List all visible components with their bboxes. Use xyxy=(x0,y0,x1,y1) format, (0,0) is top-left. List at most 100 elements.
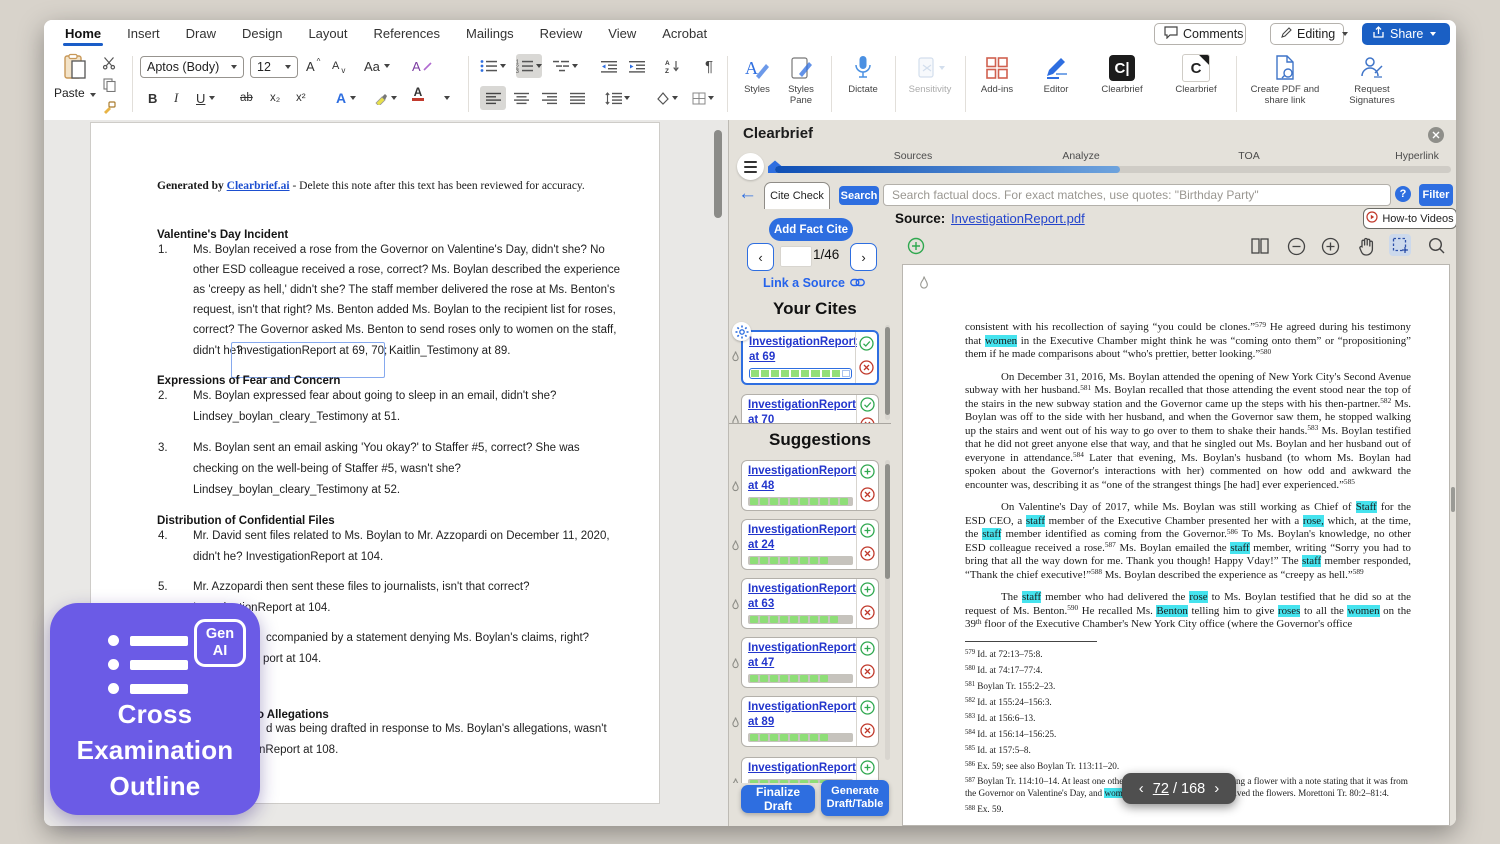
hand-icon[interactable] xyxy=(1355,235,1377,257)
editor-button[interactable]: Editor xyxy=(1032,53,1080,96)
reject-icon[interactable] xyxy=(860,546,875,566)
step-sources[interactable]: Sources xyxy=(894,150,933,162)
cite-link[interactable]: InvestigationReportat 24 xyxy=(748,523,853,553)
bullet-list-icon[interactable] xyxy=(480,54,506,78)
borders-icon[interactable] xyxy=(690,86,716,110)
reject-icon[interactable] xyxy=(860,487,875,507)
step-toa[interactable]: TOA xyxy=(1238,150,1259,162)
subscript-button[interactable]: x₂ xyxy=(270,86,280,110)
add-suggestion-icon[interactable] xyxy=(860,464,875,484)
grow-font-button[interactable]: A^ xyxy=(306,54,320,78)
pdf-scrollbar-thumb[interactable] xyxy=(1451,487,1455,512)
add-suggestion-icon[interactable] xyxy=(860,523,875,543)
cite-card[interactable]: InvestigationReportat 48 xyxy=(741,460,879,511)
share-button[interactable]: Share xyxy=(1362,23,1450,45)
format-painter-icon[interactable] xyxy=(102,100,116,117)
font-size-select[interactable]: 12 xyxy=(250,56,298,78)
add-suggestion-icon[interactable] xyxy=(860,760,875,780)
add-suggestion-icon[interactable] xyxy=(860,641,875,661)
menu-icon[interactable] xyxy=(737,153,764,180)
accept-check-icon[interactable] xyxy=(859,336,874,356)
numbered-list-icon[interactable]: 123 xyxy=(516,54,542,78)
editing-button[interactable]: Editing xyxy=(1270,23,1344,45)
paste-button[interactable]: Paste xyxy=(52,53,98,100)
sensitivity-button[interactable]: Sensitivity xyxy=(901,53,959,96)
ribbon-tab-view[interactable]: View xyxy=(595,20,649,48)
request-signatures-button[interactable]: Request Signatures xyxy=(1334,53,1410,107)
pdf-page[interactable]: consistent with his recollection of sayi… xyxy=(902,264,1450,826)
clearbrief-light-button[interactable]: CClearbrief xyxy=(1165,53,1227,96)
multilevel-list-icon[interactable] xyxy=(552,54,578,78)
add-fact-cite-button[interactable]: Add Fact Cite xyxy=(769,218,853,241)
justify-icon[interactable] xyxy=(564,86,590,110)
italic-button[interactable]: I xyxy=(174,86,178,110)
cite-card[interactable]: InvestigationReportat 89 xyxy=(741,696,879,747)
current-page[interactable]: 72 xyxy=(1153,781,1169,797)
suggestions-scrollbar[interactable] xyxy=(885,460,890,760)
ribbon-tab-acrobat[interactable]: Acrobat xyxy=(649,20,720,48)
marquee-select-icon[interactable] xyxy=(1389,234,1411,256)
change-case-button[interactable]: Aa xyxy=(364,54,390,78)
styles-button[interactable]: AStyles xyxy=(733,53,781,96)
cite-card[interactable]: InvestigationReportat 47 xyxy=(741,637,879,688)
pdf-page-nav[interactable]: ‹ 72 / 168 › xyxy=(1122,773,1236,804)
search-input[interactable] xyxy=(883,184,1391,206)
copy-icon[interactable] xyxy=(103,78,116,95)
pilcrow-icon[interactable]: ¶ xyxy=(696,54,722,78)
how-to-videos-button[interactable]: How-to Videos xyxy=(1363,208,1456,229)
superscript-button[interactable]: x² xyxy=(296,86,306,110)
font-color-caret[interactable] xyxy=(442,86,450,110)
ribbon-tab-mailings[interactable]: Mailings xyxy=(453,20,527,48)
back-arrow-icon[interactable]: ← xyxy=(738,183,757,205)
cite-pager-input[interactable] xyxy=(780,246,812,267)
cite-card[interactable]: InvestigationReportat 24 xyxy=(741,519,879,570)
shrink-font-button[interactable]: Av xyxy=(332,54,345,78)
cross-examination-outline-card[interactable]: Gen AI Cross Examination Outline xyxy=(50,603,260,815)
strikethrough-button[interactable]: ab xyxy=(240,86,253,110)
decrease-indent-icon[interactable] xyxy=(596,54,622,78)
shading-icon[interactable] xyxy=(654,86,680,110)
ribbon-tab-review[interactable]: Review xyxy=(527,20,596,48)
ribbon-tab-design[interactable]: Design xyxy=(229,20,295,48)
cites-scrollbar[interactable] xyxy=(885,325,890,420)
cite-link[interactable]: InvestigationReportat 69 xyxy=(749,335,852,365)
underline-button[interactable]: U xyxy=(196,86,215,110)
next-cite-button[interactable]: › xyxy=(850,243,877,271)
search-icon[interactable] xyxy=(1426,235,1448,257)
increase-indent-icon[interactable] xyxy=(624,54,650,78)
cut-icon[interactable] xyxy=(102,56,116,73)
align-right-icon[interactable] xyxy=(536,86,562,110)
ribbon-tab-layout[interactable]: Layout xyxy=(295,20,360,48)
next-page-icon[interactable]: › xyxy=(1214,780,1219,797)
cite-link[interactable]: InvestigationReportat 70 xyxy=(748,398,853,423)
dictate-button[interactable]: Dictate xyxy=(839,53,887,96)
cite-card[interactable]: InvestigationReportat 69 xyxy=(741,330,879,385)
clearbrief-dark-button[interactable]: C|Clearbrief xyxy=(1091,53,1153,96)
line-spacing-icon[interactable] xyxy=(604,86,630,110)
ribbon-tab-draw[interactable]: Draw xyxy=(173,20,229,48)
reject-icon[interactable] xyxy=(860,605,875,625)
font-name-select[interactable]: Aptos (Body) xyxy=(140,56,244,78)
comments-button[interactable]: Comments xyxy=(1154,23,1246,45)
accept-check-icon[interactable] xyxy=(860,397,875,417)
search-button[interactable]: Search xyxy=(839,186,879,205)
styles-pane-button[interactable]: Styles Pane xyxy=(777,53,825,107)
align-left-icon[interactable] xyxy=(480,86,506,110)
text-effects-button[interactable]: A xyxy=(336,86,356,110)
two-page-view-icon[interactable] xyxy=(1249,235,1271,257)
cite-link[interactable]: InvestigationReportat 89 xyxy=(748,700,853,730)
source-file-link[interactable]: InvestigationReport.pdf xyxy=(951,211,1085,226)
create-pdf-button[interactable]: Create PDF and share link xyxy=(1242,53,1328,107)
add-suggestion-icon[interactable] xyxy=(860,700,875,720)
font-color-button[interactable]: A xyxy=(412,86,424,110)
ribbon-tab-references[interactable]: References xyxy=(361,20,453,48)
zoom-in-icon[interactable] xyxy=(1319,235,1341,257)
filter-button[interactable]: Filter xyxy=(1419,184,1453,206)
gear-icon[interactable] xyxy=(732,322,751,341)
add-suggestion-icon[interactable] xyxy=(860,582,875,602)
cite-link[interactable]: InvestigationReportat 48 xyxy=(748,464,853,494)
generate-draft-button[interactable]: Generate Draft/Table xyxy=(821,780,889,816)
ribbon-tab-home[interactable]: Home xyxy=(52,20,114,48)
step-analyze[interactable]: Analyze xyxy=(1062,150,1099,162)
zoom-out-icon[interactable] xyxy=(1285,235,1307,257)
